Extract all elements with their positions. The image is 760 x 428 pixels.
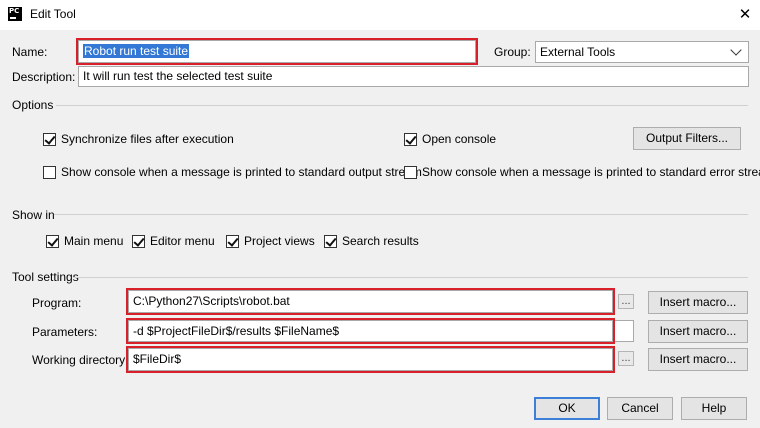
sync-files-checkbox[interactable]: Synchronize files after execution xyxy=(43,132,234,146)
show-in-section-title: Show in xyxy=(12,208,55,222)
working-directory-field[interactable]: $FileDir$ xyxy=(126,346,615,373)
tool-settings-divider xyxy=(74,277,748,278)
show-console-stdout-label: Show console when a message is printed t… xyxy=(61,165,422,179)
tool-settings-section-title: Tool settings xyxy=(12,270,79,284)
project-views-label: Project views xyxy=(244,234,315,248)
name-value: Robot run test suite xyxy=(83,44,190,58)
sync-files-label: Synchronize files after execution xyxy=(61,132,234,146)
editor-menu-checkbox[interactable]: Editor menu xyxy=(132,234,215,248)
working-directory-label: Working directory: xyxy=(32,353,129,367)
main-menu-checkbox[interactable]: Main menu xyxy=(46,234,123,248)
output-filters-button[interactable]: Output Filters... xyxy=(633,127,741,150)
title-bar xyxy=(0,0,760,30)
search-results-checkbox[interactable]: Search results xyxy=(324,234,419,248)
group-dropdown[interactable]: External Tools xyxy=(535,41,749,63)
search-results-label: Search results xyxy=(342,234,419,248)
show-in-divider xyxy=(54,214,748,215)
working-directory-insert-macro-button[interactable]: Insert macro... xyxy=(648,348,748,371)
program-insert-macro-button[interactable]: Insert macro... xyxy=(648,291,748,314)
show-console-stderr-checkbox[interactable]: Show console when a message is printed t… xyxy=(404,165,760,179)
checkbox-checked-icon xyxy=(132,234,145,248)
parameters-field[interactable]: -d $ProjectFileDir$/results $FileName$ xyxy=(126,318,615,344)
pycharm-app-icon: PC xyxy=(8,7,22,21)
program-browse-button[interactable]: ... xyxy=(618,294,634,309)
cancel-button[interactable]: Cancel xyxy=(607,397,673,420)
description-label: Description: xyxy=(12,70,76,84)
parameters-label: Parameters: xyxy=(32,325,98,339)
description-field[interactable]: It will run test the selected test suite xyxy=(78,66,749,87)
name-field[interactable]: Robot run test suite xyxy=(76,38,478,65)
main-menu-label: Main menu xyxy=(64,234,124,248)
show-console-stdout-checkbox[interactable]: Show console when a message is printed t… xyxy=(43,165,422,179)
name-label: Name: xyxy=(12,45,48,59)
open-console-label: Open console xyxy=(422,132,497,146)
show-console-stderr-label: Show console when a message is printed t… xyxy=(422,165,760,179)
program-field[interactable]: C:\Python27\Scripts\robot.bat xyxy=(126,288,615,315)
program-label: Program: xyxy=(32,296,82,310)
window-title: Edit Tool xyxy=(30,7,76,21)
group-value: External Tools xyxy=(540,45,616,59)
checkbox-checked-icon xyxy=(46,234,59,248)
checkbox-unchecked-icon xyxy=(404,165,417,179)
checkbox-unchecked-icon xyxy=(43,165,56,179)
checkbox-checked-icon xyxy=(404,132,417,146)
help-button[interactable]: Help xyxy=(681,397,747,420)
editor-menu-label: Editor menu xyxy=(150,234,215,248)
group-label: Group: xyxy=(494,45,531,59)
options-section-title: Options xyxy=(12,98,54,112)
working-directory-browse-button[interactable]: ... xyxy=(618,351,634,366)
parameters-insert-macro-button[interactable]: Insert macro... xyxy=(648,320,748,343)
open-console-checkbox[interactable]: Open console xyxy=(404,132,496,146)
checkbox-checked-icon xyxy=(43,132,56,146)
project-views-checkbox[interactable]: Project views xyxy=(226,234,315,248)
checkbox-checked-icon xyxy=(226,234,239,248)
chevron-down-icon xyxy=(730,44,742,56)
options-divider xyxy=(56,105,748,106)
checkbox-checked-icon xyxy=(324,234,337,248)
close-icon[interactable]: ✕ xyxy=(732,2,758,26)
ok-button[interactable]: OK xyxy=(534,397,600,420)
